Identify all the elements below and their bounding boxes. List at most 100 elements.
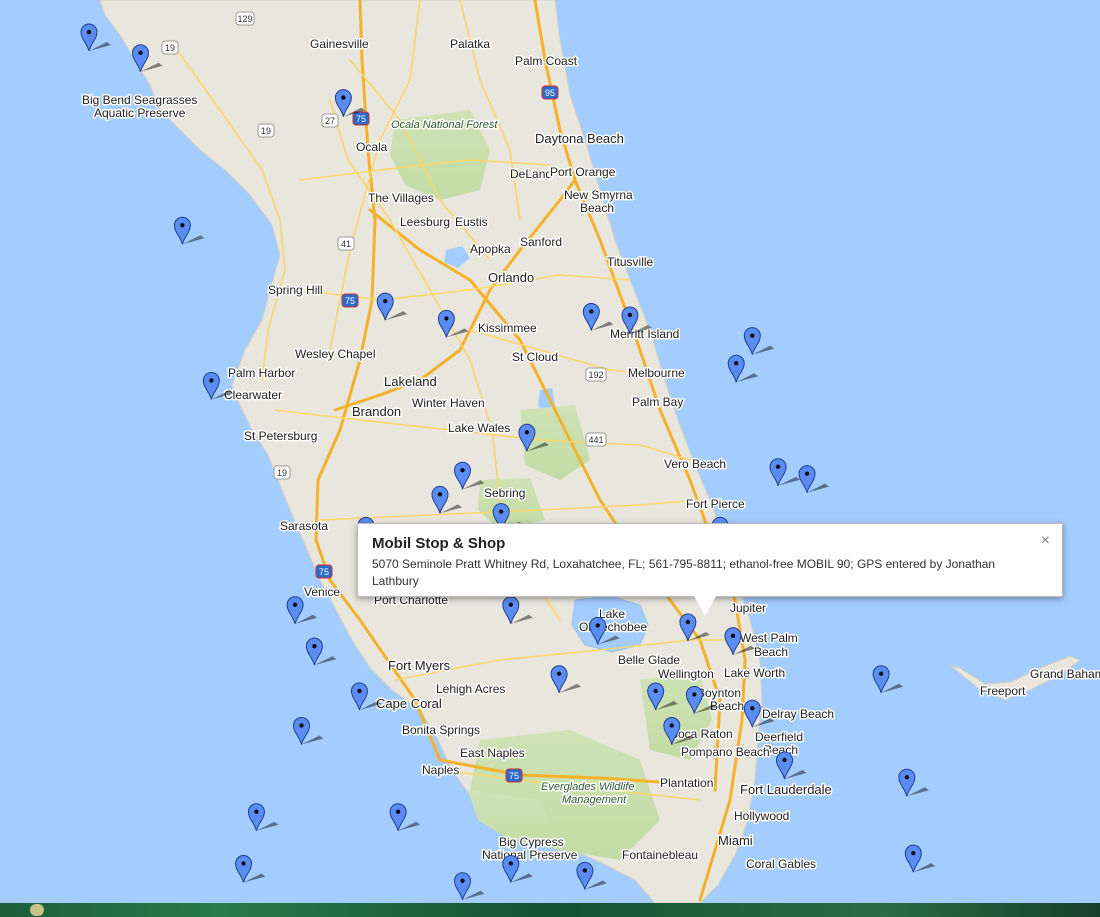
label-big-cypress: Big Cypress [499,835,564,849]
svg-text:19: 19 [277,468,287,478]
svg-text:75: 75 [356,114,366,124]
svg-text:75: 75 [319,567,329,577]
label-east-naples: East Naples [460,746,525,760]
label-fort-pierce: Fort Pierce [686,497,745,511]
label-belle-glade: Belle Glade [618,653,680,667]
label-hollywood: Hollywood [734,809,789,823]
label-daytona: Daytona Beach [535,131,624,146]
label-brandon: Brandon [352,404,401,419]
label-titusville: Titusville [607,255,654,269]
label-orlando: Orlando [488,270,534,285]
svg-text:75: 75 [345,296,355,306]
label-fontainebleau: Fontainebleau [622,848,698,862]
label-freeport: Freeport [980,684,1026,698]
label-okeechobee: Okeechobee [579,620,647,634]
label-aquatic-preserve: Aquatic Preserve [94,106,186,120]
shield-75-north: 75 [352,111,370,126]
shield-19-north: 19 [161,40,179,55]
shield-192: 192 [585,367,607,382]
label-plantation: Plantation [660,776,713,790]
label-kissimmee: Kissimmee [478,321,537,335]
svg-text:129: 129 [237,14,252,24]
label-delray-beach: Delray Beach [762,707,834,721]
svg-text:19: 19 [165,43,175,53]
shield-129: 129 [235,11,255,26]
label-deerfield: Deerfield [755,730,803,744]
label-sebring: Sebring [484,486,525,500]
shield-75-mid: 75 [341,293,359,308]
label-palm-harbor: Palm Harbor [228,366,295,380]
label-palm-coast: Palm Coast [515,54,578,68]
label-palatka: Palatka [450,37,490,51]
label-villages: The Villages [368,191,434,205]
label-ocala: Ocala [356,140,388,154]
label-cape-coral: Cape Coral [376,696,442,711]
close-icon[interactable]: × [1041,532,1050,550]
label-new-smyrna-beach: Beach [580,201,614,215]
label-lake-worth: Lake Worth [724,666,785,680]
taskbar-app-icon[interactable] [30,904,44,916]
svg-text:441: 441 [588,435,603,445]
label-bonita-springs: Bonita Springs [402,723,480,737]
label-palm-bay: Palm Bay [632,395,683,409]
label-sanford: Sanford [520,235,562,249]
info-window-description: 5070 Seminole Pratt Whitney Rd, Loxahatc… [372,557,996,588]
label-sarasota: Sarasota [280,519,328,533]
label-lakeland: Lakeland [384,374,437,389]
label-naples: Naples [422,763,459,777]
label-wesley-chapel: Wesley Chapel [295,347,375,361]
taskbar [0,903,1100,917]
label-big-cypress-preserve: National Preserve [482,848,578,862]
info-window-pointer [694,596,716,616]
label-clearwater: Clearwater [224,388,282,402]
label-boynton-beach: Beach [710,699,744,713]
label-fort-lauderdale: Fort Lauderdale [740,782,832,797]
shield-75-south: 75 [315,564,333,579]
shield-75-alley: 75 [505,768,523,783]
label-grand-bahama: Grand Bahama [1030,667,1100,681]
info-window-title: Mobil Stop & Shop [372,535,506,552]
label-west-palm-beach: Beach [754,645,788,659]
label-vero-beach: Vero Beach [664,457,726,471]
svg-text:27: 27 [325,116,335,126]
label-ocala-forest: Ocala National Forest [391,119,498,131]
label-wellington: Wellington [658,667,714,681]
label-west-palm: West Palm [740,631,798,645]
shield-19-south: 19 [273,465,291,480]
svg-text:41: 41 [341,239,351,249]
label-leesburg: Leesburg [400,215,450,229]
svg-text:95: 95 [545,88,555,98]
label-winter-haven: Winter Haven [412,396,485,410]
label-deland: DeLand [510,167,552,181]
shield-441: 441 [585,432,607,447]
label-eustis: Eustis [455,215,488,229]
info-window: Mobil Stop & Shop 5070 Seminole Pratt Wh… [357,523,1063,597]
map-canvas[interactable]: Gainesville Palatka Palm Coast Big Bend … [0,0,1100,903]
label-big-bend: Big Bend Seagrasses [82,93,197,107]
label-everglades-mgmt: Management [562,794,627,806]
shield-41: 41 [337,236,355,251]
label-pompano: Pompano Beach [681,745,770,759]
label-miami: Miami [718,833,753,848]
label-fort-myers: Fort Myers [388,658,451,673]
label-boynton: Boynton [697,686,741,700]
label-gainesville: Gainesville [310,37,369,51]
label-lake-wales: Lake Wales [448,421,510,435]
shield-27: 27 [321,113,339,128]
label-everglades: Everglades Wildlife [541,781,634,793]
svg-text:75: 75 [509,771,519,781]
label-new-smyrna: New Smyrna [564,188,633,202]
label-st-cloud: St Cloud [512,350,558,364]
shield-19-mid: 19 [257,123,275,138]
label-apopka: Apopka [470,242,511,256]
label-jupiter: Jupiter [730,601,766,615]
shield-95: 95 [541,85,559,100]
svg-text:19: 19 [261,126,271,136]
label-st-petersburg: St Petersburg [244,429,317,443]
label-venice: Venice [304,585,340,599]
label-melbourne: Melbourne [628,366,685,380]
svg-text:192: 192 [588,370,603,380]
label-port-orange: Port Orange [550,165,616,179]
label-coral-gables: Coral Gables [746,857,816,871]
label-lehigh-acres: Lehigh Acres [436,682,505,696]
